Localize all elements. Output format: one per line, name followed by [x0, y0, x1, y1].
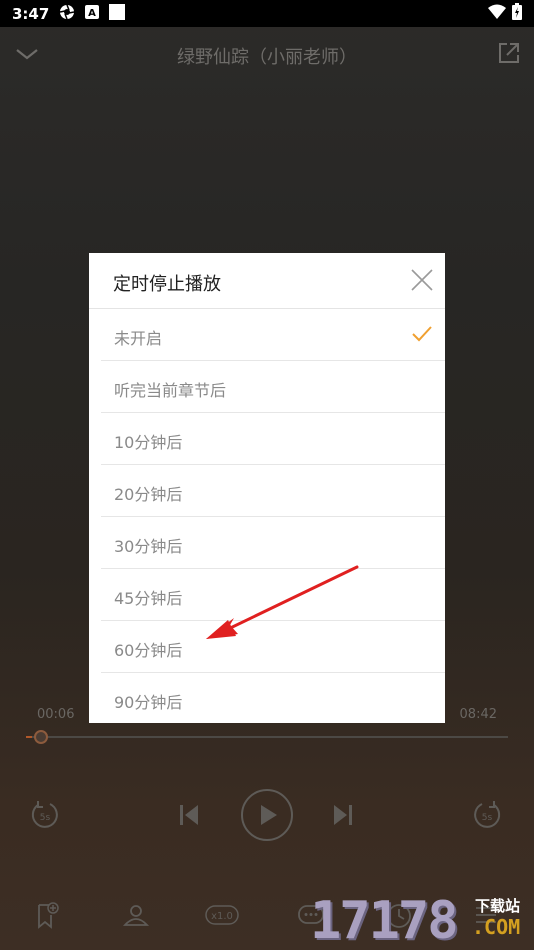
progress-bar[interactable]	[26, 730, 508, 744]
watermark-digits: 17178	[310, 891, 459, 950]
timer-option-off[interactable]: 未开启	[101, 309, 445, 361]
speed-label: x1.0	[211, 911, 233, 922]
aperture-icon	[59, 4, 75, 24]
dialog-header: 定时停止播放	[89, 253, 445, 309]
next-icon[interactable]	[332, 803, 354, 831]
playback-controls: 5s 5s	[0, 785, 534, 845]
site-watermark: 17178 下载站 .COM	[310, 885, 534, 950]
anchor-user-icon[interactable]	[122, 903, 150, 931]
red-arrow-annotation	[200, 562, 365, 644]
player-screen: 3:47 A 绿野仙踪（小丽老师） 00:06 08:42 5s 5s x1.0…	[0, 0, 534, 950]
svg-text:5s: 5s	[40, 813, 51, 823]
status-bar: 3:47 A	[0, 0, 534, 27]
option-label: 90分钟后	[114, 693, 183, 712]
bookmark-add-icon[interactable]	[36, 901, 60, 933]
check-icon	[411, 323, 433, 345]
sleep-timer-dialog: 定时停止播放 未开启 听完当前章节后 10分钟后 20分钟后 30分钟后 45分…	[89, 253, 445, 723]
share-external-icon[interactable]	[498, 42, 520, 64]
option-label: 10分钟后	[114, 433, 183, 452]
top-bar: 绿野仙踪（小丽老师）	[0, 27, 534, 83]
a-badge-icon: A	[85, 4, 100, 23]
wifi-icon	[488, 4, 506, 23]
battery-charging-icon	[512, 3, 522, 24]
timer-option-90min[interactable]: 90分钟后	[101, 673, 445, 725]
svg-text:5s: 5s	[482, 813, 493, 823]
watermark-site-com: .COM	[472, 915, 521, 939]
current-time: 00:06	[37, 707, 75, 722]
dialog-title: 定时停止播放	[113, 274, 221, 295]
track-title: 绿野仙踪（小丽老师）	[177, 47, 357, 68]
option-label: 听完当前章节后	[114, 381, 227, 400]
play-icon[interactable]	[240, 788, 294, 846]
status-time: 3:47	[12, 4, 50, 23]
option-label: 60分钟后	[114, 641, 183, 660]
option-label: 45分钟后	[114, 589, 183, 608]
speed-icon[interactable]: x1.0	[205, 905, 239, 929]
previous-icon[interactable]	[178, 803, 200, 831]
rewind-5s-icon[interactable]: 5s	[30, 799, 60, 835]
total-time: 08:42	[459, 707, 497, 722]
timer-option-10min[interactable]: 10分钟后	[101, 413, 445, 465]
timer-option-20min[interactable]: 20分钟后	[101, 465, 445, 517]
progress-thumb[interactable]	[34, 730, 48, 744]
option-label: 20分钟后	[114, 485, 183, 504]
option-label: 30分钟后	[114, 537, 183, 556]
svg-text:A: A	[88, 8, 96, 19]
close-icon[interactable]	[410, 268, 434, 292]
watermark-site-cn: 下载站	[475, 897, 521, 915]
option-label: 未开启	[114, 329, 163, 348]
progress-fill	[26, 736, 32, 738]
square-icon	[109, 3, 126, 24]
timer-option-end-of-chapter[interactable]: 听完当前章节后	[101, 361, 445, 413]
forward-5s-icon[interactable]: 5s	[472, 799, 502, 835]
